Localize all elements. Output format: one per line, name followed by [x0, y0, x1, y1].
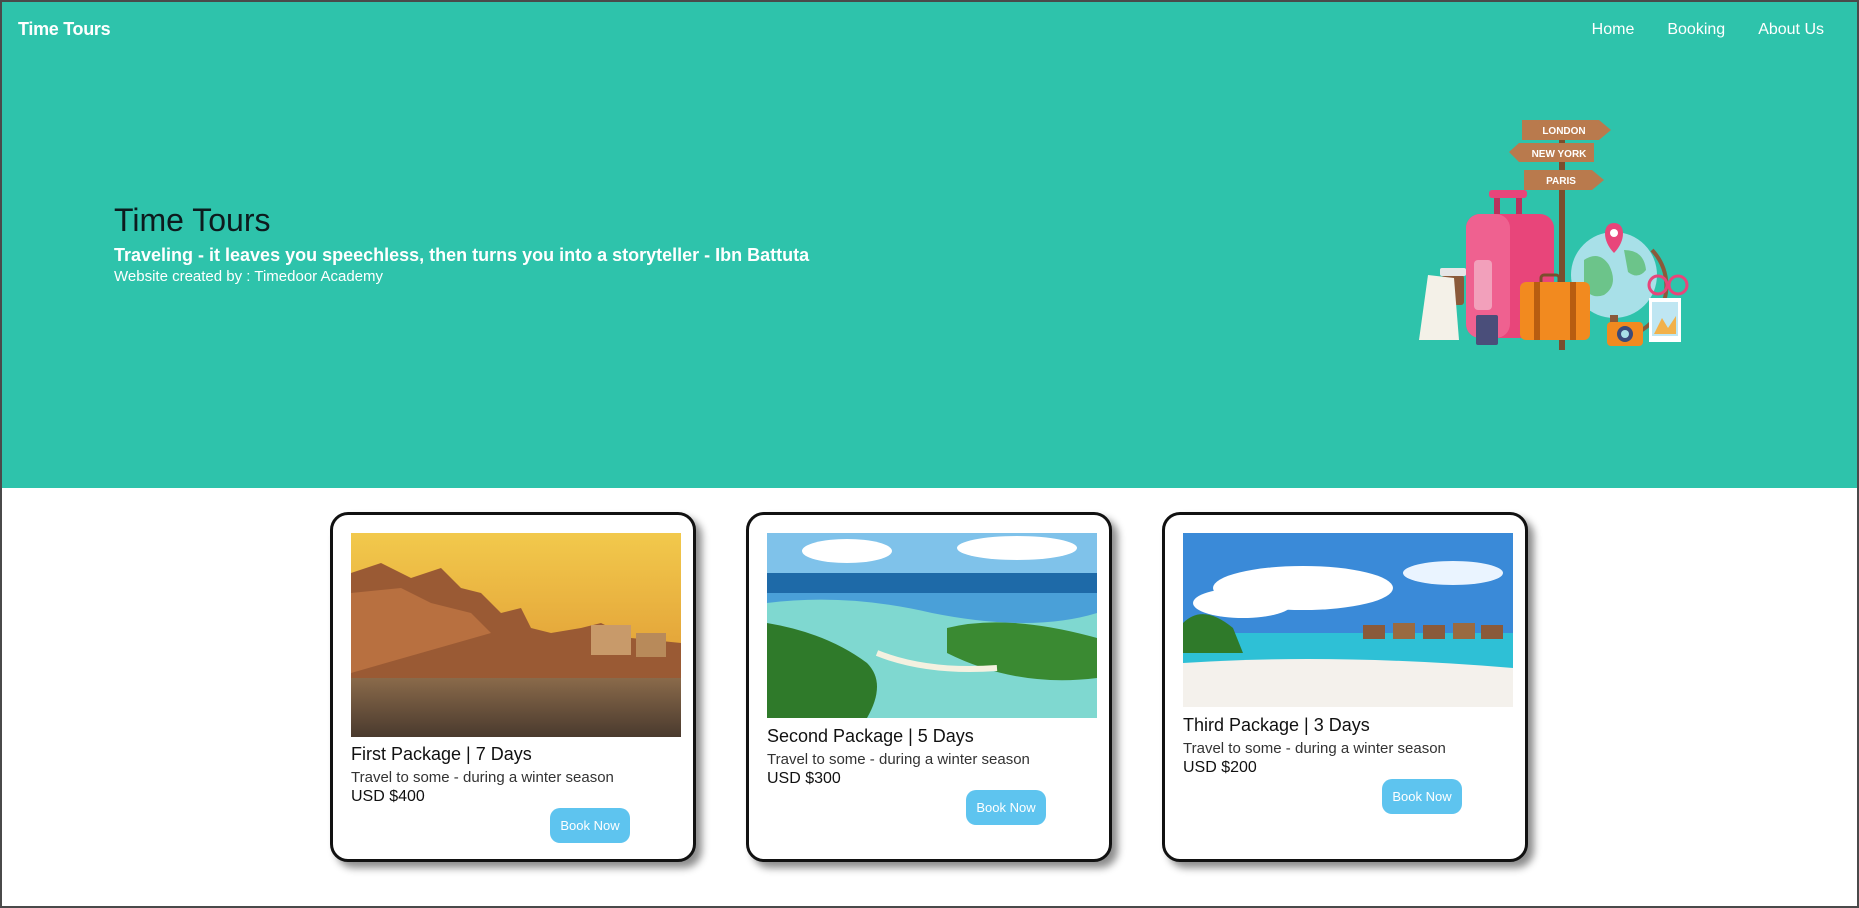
- svg-text:LONDON: LONDON: [1542, 126, 1585, 137]
- book-now-button[interactable]: Book Now: [550, 808, 630, 843]
- svg-text:PARIS: PARIS: [1546, 176, 1576, 187]
- package-description: Travel to some - during a winter season: [767, 751, 1030, 768]
- package-description: Travel to some - during a winter season: [351, 769, 614, 786]
- book-now-button[interactable]: Book Now: [1382, 779, 1462, 814]
- map-icon: [1419, 275, 1459, 340]
- nav-about-us[interactable]: About Us: [1758, 21, 1824, 39]
- hero-credit: Website created by : Timedoor Academy: [114, 268, 384, 285]
- package-card-3: Third Package | 3 Days Travel to some - …: [1162, 512, 1528, 862]
- photo-frame-icon: [1649, 298, 1681, 342]
- package-card-1: First Package | 7 Days Travel to some - …: [330, 512, 696, 862]
- hero-quote: Traveling - it leaves you speechless, th…: [114, 245, 810, 265]
- brand-logo[interactable]: Time Tours: [18, 19, 111, 40]
- orange-suitcase-icon: [1520, 273, 1590, 340]
- hero-title: Time Tours: [114, 202, 271, 238]
- package-price: USD $400: [351, 788, 425, 805]
- passport-icon: [1476, 315, 1498, 345]
- package-price: USD $300: [767, 770, 841, 787]
- package-photo-maldives: [1183, 533, 1513, 707]
- main-nav: Home Booking About Us: [1592, 21, 1857, 39]
- hero-banner: Time Tours Home Booking About Us Time To…: [2, 2, 1857, 488]
- book-now-button[interactable]: Book Now: [966, 790, 1046, 825]
- package-photo-lagoon: [767, 533, 1097, 718]
- svg-text:NEW YORK: NEW YORK: [1532, 149, 1588, 160]
- signpost-paris: PARIS: [1524, 170, 1604, 190]
- nav-home[interactable]: Home: [1592, 21, 1635, 39]
- package-title: Third Package | 3 Days: [1183, 715, 1370, 735]
- nav-booking[interactable]: Booking: [1667, 21, 1725, 39]
- package-photo-varanasi: [351, 533, 681, 737]
- signpost-new-york: NEW YORK: [1509, 143, 1594, 162]
- package-price: USD $200: [1183, 759, 1257, 776]
- camera-icon: [1607, 322, 1643, 346]
- package-title: Second Package | 5 Days: [767, 726, 974, 746]
- signpost-london: LONDON: [1522, 120, 1611, 140]
- package-title: First Package | 7 Days: [351, 744, 532, 764]
- package-description: Travel to some - during a winter season: [1183, 740, 1446, 757]
- travel-illustration: LONDON NEW YORK PARIS: [1419, 120, 1689, 350]
- package-card-2: Second Package | 5 Days Travel to some -…: [746, 512, 1112, 862]
